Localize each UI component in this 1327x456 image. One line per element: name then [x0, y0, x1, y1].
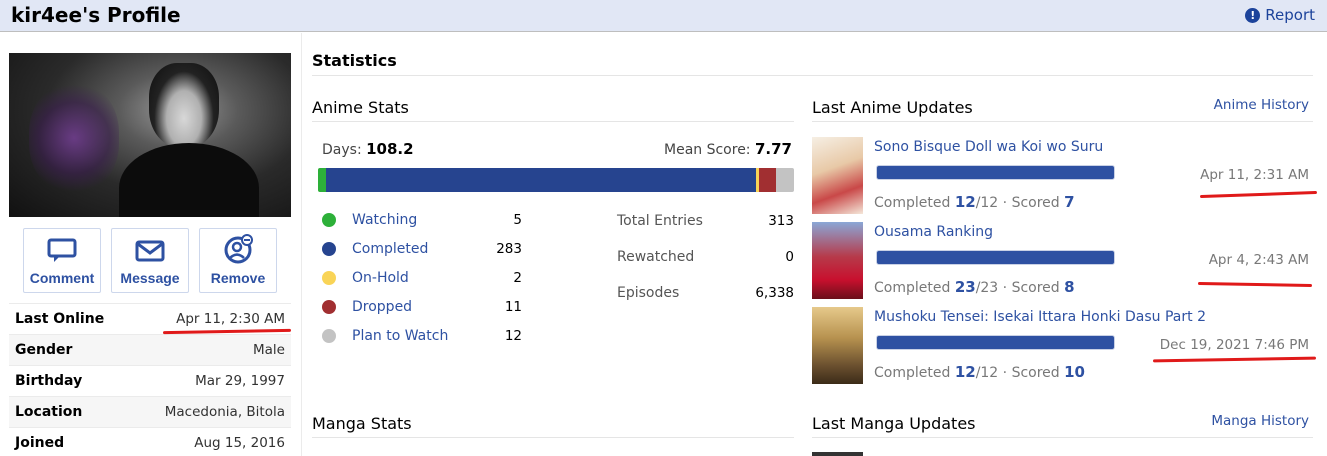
anime-status-bar — [318, 168, 794, 192]
rewatched: Rewatched 0 — [617, 249, 794, 265]
anime-title-link[interactable]: Sono Bisque Doll wa Koi wo Suru — [874, 139, 1103, 155]
report-icon: ! — [1245, 7, 1261, 23]
anime-stats-title: Anime Stats — [312, 98, 409, 117]
profile-header: kir4ee's Profile ! Report — [0, 0, 1327, 32]
remove-friend-button[interactable]: Remove — [199, 228, 277, 293]
total-entries: Total Entries 313 — [617, 213, 794, 229]
progress-bar — [876, 250, 1115, 265]
anime-title-link[interactable]: Mushoku Tensei: Isekai Ittara Honki Dasu… — [874, 309, 1206, 325]
bar-segment-completed — [326, 168, 756, 192]
bar-segment-watching — [318, 168, 326, 192]
remove-friend-icon — [224, 234, 253, 264]
bar-segment-dropped — [759, 168, 776, 192]
watching-link[interactable]: Watching — [352, 212, 482, 228]
bar-segment-plan-to-watch — [776, 168, 794, 192]
last-manga-updates-title: Last Manga Updates — [812, 414, 976, 433]
comment-button[interactable]: Comment — [23, 228, 101, 293]
message-button[interactable]: Message — [111, 228, 189, 293]
anime-cover[interactable] — [812, 307, 863, 384]
info-row-birthday: Birthday Mar 29, 1997 — [9, 365, 291, 396]
anime-history-link[interactable]: Anime History — [1214, 97, 1309, 113]
manga-stats-title: Manga Stats — [312, 414, 412, 433]
update-meta: Completed 12/12 · Scored 7 — [874, 193, 1075, 211]
page-title: kir4ee's Profile — [11, 3, 181, 27]
statistics-title: Statistics — [312, 51, 397, 70]
mean-score-stat: Mean Score: 7.77 — [664, 140, 792, 158]
last-anime-updates-title: Last Anime Updates — [812, 98, 973, 117]
report-label: Report — [1265, 6, 1315, 24]
update-date: Dec 19, 2021 7:46 PM — [1159, 337, 1309, 353]
info-row-location: Location Macedonia, Bitola — [9, 396, 291, 427]
on-hold-link[interactable]: On-Hold — [352, 270, 482, 286]
profile-actions: Comment Message Remove — [23, 228, 277, 293]
anime-cover[interactable] — [812, 222, 863, 299]
legend-item-watching: Watching 5 — [322, 205, 522, 234]
envelope-icon — [135, 240, 165, 262]
manga-history-link[interactable]: Manga History — [1211, 413, 1309, 429]
status-legend: Watching 5 Completed 283 On-Hold 2 Dropp… — [322, 205, 522, 350]
update-meta: Completed 12/12 · Scored 10 — [874, 363, 1085, 381]
anime-update-item: Mushoku Tensei: Isekai Ittara Honki Dasu… — [812, 307, 1313, 385]
update-date: Apr 11, 2:31 AM — [1200, 167, 1309, 183]
comment-icon — [47, 238, 77, 262]
legend-item-on-hold: On-Hold 2 — [322, 263, 522, 292]
legend-item-plan-to-watch: Plan to Watch 12 — [322, 321, 522, 350]
manga-cover[interactable] — [812, 452, 863, 456]
legend-item-dropped: Dropped 11 — [322, 292, 522, 321]
report-link[interactable]: ! Report — [1245, 6, 1315, 24]
completed-link[interactable]: Completed — [352, 241, 482, 257]
info-row-gender: Gender Male — [9, 334, 291, 365]
avatar — [9, 53, 291, 217]
anime-update-item: Sono Bisque Doll wa Koi wo Suru Apr 11, … — [812, 137, 1313, 215]
progress-bar — [876, 335, 1115, 350]
days-stat: Days: 108.2 — [322, 140, 414, 158]
anime-cover[interactable] — [812, 137, 863, 214]
anime-totals: Total Entries 313 Rewatched 0 Episodes 6… — [617, 203, 794, 311]
anime-update-item: Ousama Ranking Apr 4, 2:43 AM Completed … — [812, 222, 1313, 300]
info-row-joined: Joined Aug 15, 2016 — [9, 427, 291, 456]
profile-sidebar: Comment Message Remove Last Online Apr 1… — [0, 33, 302, 456]
update-meta: Completed 23/23 · Scored 8 — [874, 278, 1075, 296]
update-date: Apr 4, 2:43 AM — [1208, 252, 1309, 268]
episodes: Episodes 6,338 — [617, 285, 794, 301]
profile-info: Last Online Apr 11, 2:30 AM Gender Male … — [9, 303, 291, 456]
progress-bar — [876, 165, 1115, 180]
plan-to-watch-link[interactable]: Plan to Watch — [352, 328, 482, 344]
legend-item-completed: Completed 283 — [322, 234, 522, 263]
anime-title-link[interactable]: Ousama Ranking — [874, 224, 993, 240]
dropped-link[interactable]: Dropped — [352, 299, 482, 315]
